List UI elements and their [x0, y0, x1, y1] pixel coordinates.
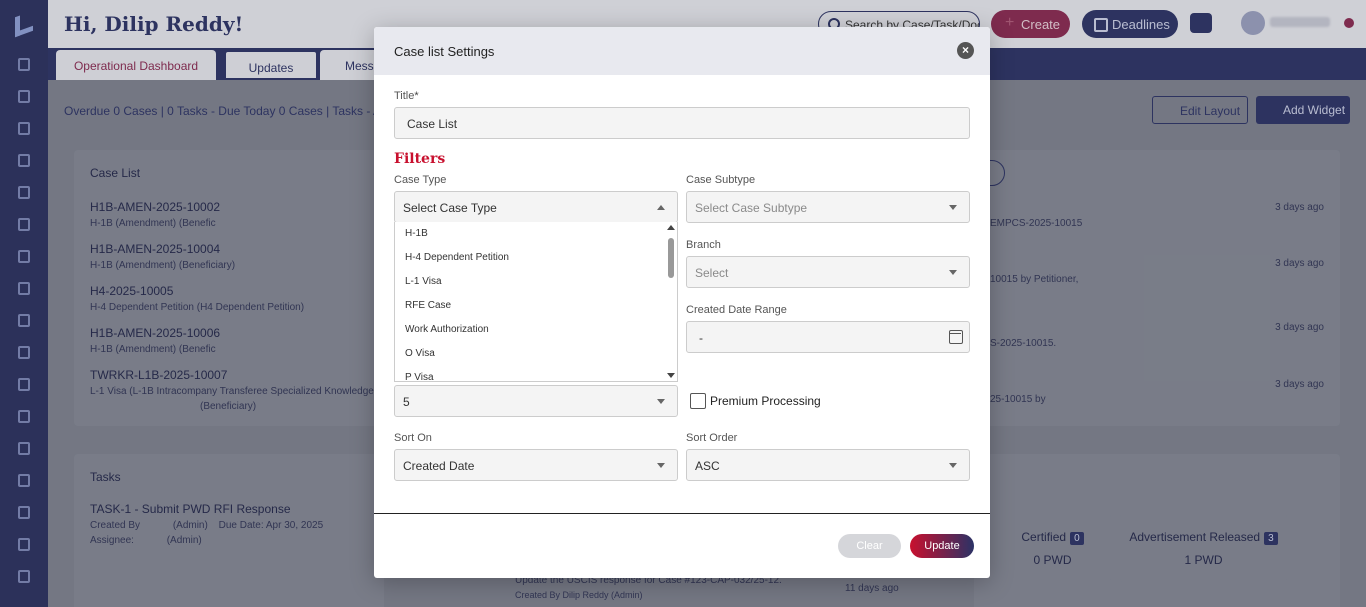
sort-on-label: Sort On [394, 432, 432, 444]
sort-order-select[interactable]: ASC [686, 449, 970, 481]
modal-header: Case list Settings × [374, 27, 990, 75]
chevron-down-icon [949, 205, 957, 210]
case-type-value: Select Case Type [403, 201, 497, 215]
count-select[interactable]: 5 [394, 385, 678, 417]
scroll-up-icon[interactable] [667, 225, 675, 230]
filters-heading: Filters [394, 151, 446, 167]
created-date-value: - [699, 331, 703, 345]
dropdown-option[interactable]: P Visa [395, 366, 677, 381]
dropdown-scrollbar[interactable] [665, 222, 677, 381]
chevron-down-icon [657, 463, 665, 468]
case-subtype-label: Case Subtype [686, 174, 756, 186]
premium-processing-checkbox[interactable] [690, 393, 706, 409]
required-mark: * [414, 90, 419, 102]
count-value: 5 [403, 395, 410, 409]
calendar-icon[interactable] [949, 330, 963, 344]
dropdown-option[interactable]: O Visa [395, 342, 677, 366]
update-button[interactable]: Update [910, 534, 974, 558]
chevron-down-icon [657, 399, 665, 404]
case-type-label: Case Type [394, 174, 447, 186]
branch-value: Select [695, 266, 729, 280]
case-subtype-select[interactable]: Select Case Subtype [686, 191, 970, 223]
sort-order-value: ASC [695, 459, 720, 473]
chevron-down-icon [949, 463, 957, 468]
dropdown-option[interactable]: L-1 Visa [395, 270, 677, 294]
chevron-up-icon [657, 205, 665, 210]
sort-on-select[interactable]: Created Date [394, 449, 678, 481]
scroll-down-icon[interactable] [667, 373, 675, 378]
title-field[interactable]: Case List [394, 107, 970, 139]
dropdown-option[interactable]: H-1B [395, 222, 677, 246]
branch-label: Branch [686, 239, 721, 251]
case-type-select[interactable]: Select Case Type [394, 191, 678, 223]
scroll-thumb[interactable] [668, 238, 674, 278]
case-subtype-value: Select Case Subtype [695, 201, 808, 215]
chevron-down-icon [949, 270, 957, 275]
dropdown-option[interactable]: H-4 Dependent Petition [395, 246, 677, 270]
premium-processing-label[interactable]: Premium Processing [710, 394, 821, 408]
title-label-text: Title [394, 90, 415, 102]
title-label: Title* [394, 90, 419, 102]
dropdown-option[interactable]: RFE Case [395, 294, 677, 318]
dropdown-option[interactable]: Work Authorization [395, 318, 677, 342]
close-icon[interactable]: × [957, 42, 974, 59]
sort-order-label: Sort Order [686, 432, 738, 444]
created-date-label: Created Date Range [686, 304, 787, 316]
branch-select[interactable]: Select [686, 256, 970, 288]
created-date-range-input[interactable]: - [686, 321, 970, 353]
sort-on-value: Created Date [403, 459, 475, 473]
modal-title: Case list Settings [394, 44, 495, 59]
footer-divider [374, 513, 990, 514]
case-type-dropdown[interactable]: H-1B H-4 Dependent Petition L-1 Visa RFE… [394, 222, 678, 382]
case-list-settings-modal: Case list Settings × Title* Case List Fi… [374, 27, 990, 578]
clear-button[interactable]: Clear [838, 534, 901, 558]
